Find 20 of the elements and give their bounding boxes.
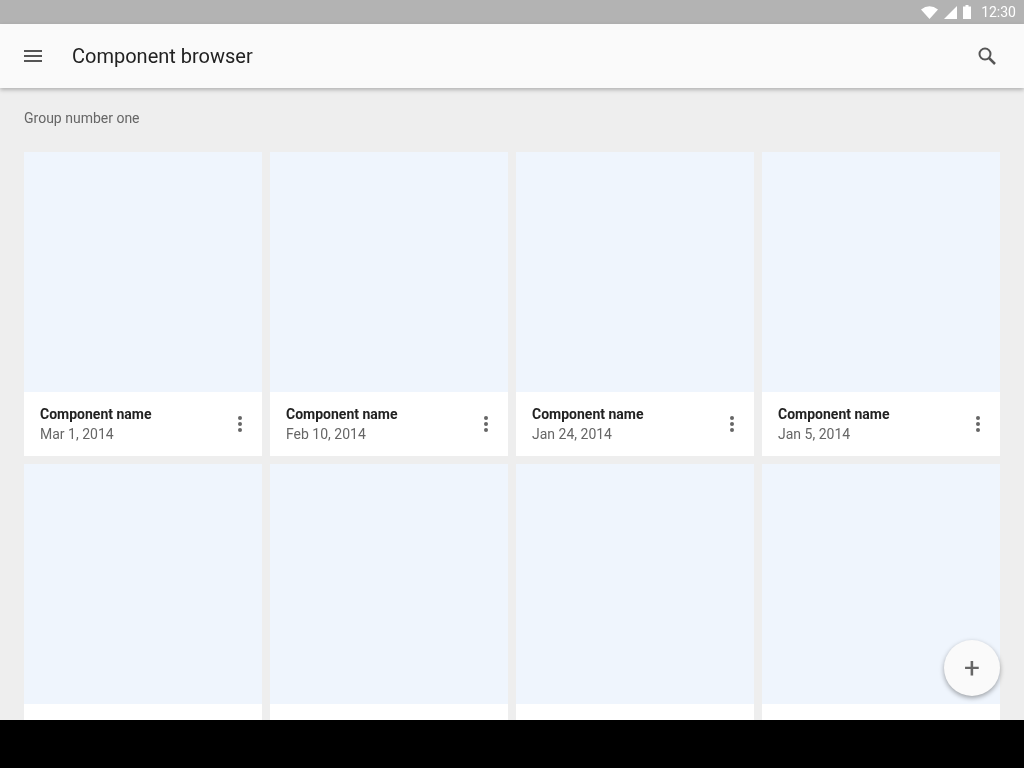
card-date: Feb 10, 2014: [286, 425, 367, 444]
battery-icon: [963, 5, 972, 19]
app-title: Component browser: [72, 43, 253, 70]
more-vertical-icon[interactable]: [976, 416, 980, 432]
card-title: Component name: [286, 405, 399, 424]
card-title: Component name: [532, 405, 645, 424]
more-vertical-icon[interactable]: [730, 416, 734, 432]
more-vertical-icon[interactable]: [238, 416, 242, 432]
card-date: Mar 1, 2014: [40, 425, 115, 444]
card-title: Component name: [40, 405, 153, 424]
group-title: Group number one: [24, 110, 141, 126]
search-icon[interactable]: [978, 47, 996, 65]
card-title: Component name: [778, 405, 891, 424]
wifi-icon: [921, 5, 939, 19]
signal-icon: [944, 5, 958, 19]
more-vertical-icon[interactable]: [484, 416, 488, 432]
status-time: 12:30: [981, 2, 1016, 22]
card-date: Jan 5, 2014: [778, 425, 852, 444]
menu-icon[interactable]: [24, 50, 42, 62]
card-date: Jan 24, 2014: [532, 425, 613, 444]
